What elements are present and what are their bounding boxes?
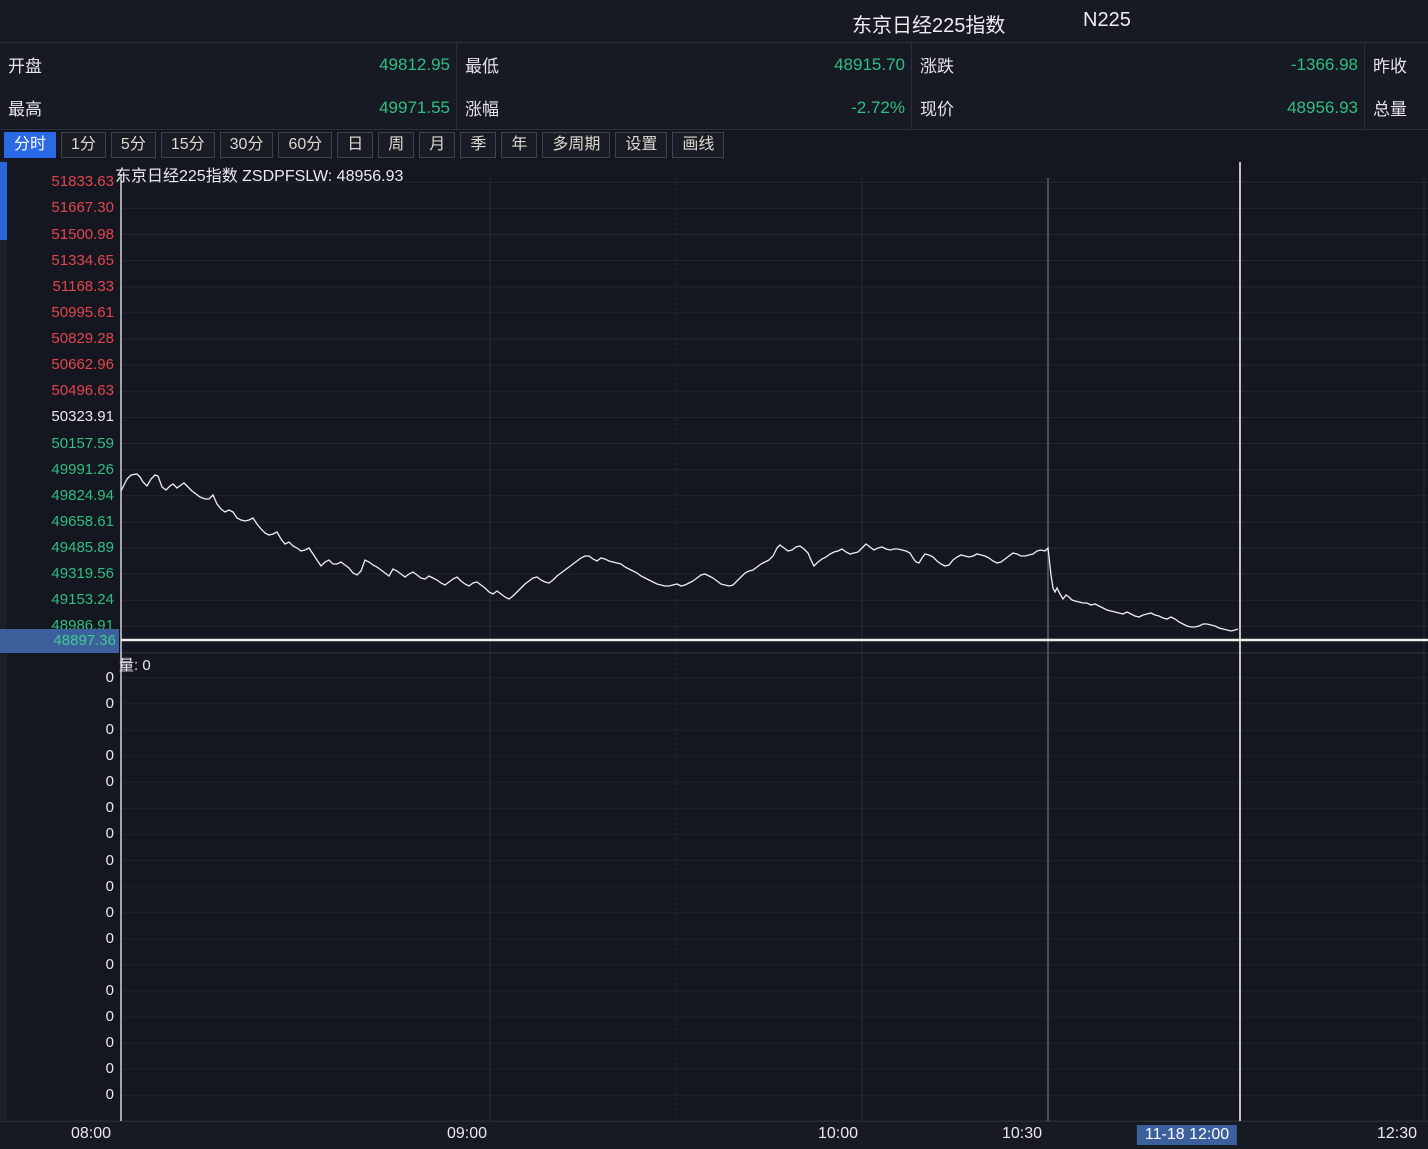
volume-pane-label: 量: 0 xyxy=(119,654,151,675)
price-tick: 50829.28 xyxy=(6,330,114,348)
info-column: 最低 48915.70 涨幅 -2.72% xyxy=(457,43,912,129)
info-cell: 开盘 49812.95 xyxy=(0,43,456,86)
price-tick: 49658.61 xyxy=(6,513,114,531)
info-cell: 昨收 xyxy=(1365,43,1428,86)
price-tick: 51334.65 xyxy=(6,252,114,270)
volume-tick: 0 xyxy=(6,878,114,896)
volume-tick: 0 xyxy=(6,721,114,739)
volume-tick: 0 xyxy=(6,930,114,948)
volume-tick: 0 xyxy=(6,825,114,843)
price-tick: 50157.59 xyxy=(6,435,114,453)
price-tick: 50496.63 xyxy=(6,382,114,400)
tab-60分[interactable]: 60分 xyxy=(278,132,332,158)
tab-周[interactable]: 周 xyxy=(378,132,414,158)
info-value: -1366.98 xyxy=(1291,55,1358,75)
price-line xyxy=(121,474,1238,631)
price-tick: 49485.89 xyxy=(6,539,114,557)
tab-月[interactable]: 月 xyxy=(419,132,455,158)
info-cell: 涨跌 -1366.98 xyxy=(912,43,1364,86)
tab-1分[interactable]: 1分 xyxy=(61,132,106,158)
info-cell: 最高 49971.55 xyxy=(0,86,456,129)
price-tick: 51500.98 xyxy=(6,226,114,244)
info-column: 昨收总量 xyxy=(1365,43,1428,129)
tab-画线[interactable]: 画线 xyxy=(672,132,724,158)
info-value: -2.72% xyxy=(851,98,905,118)
instrument-symbol: N225 xyxy=(1083,9,1131,32)
volume-tick: 0 xyxy=(6,747,114,765)
volume-tick: 0 xyxy=(6,773,114,791)
price-tick: 50662.96 xyxy=(6,356,114,374)
volume-tick: 0 xyxy=(6,799,114,817)
price-tick: 49824.94 xyxy=(6,487,114,505)
time-tick: 10:00 xyxy=(818,1125,858,1143)
info-value: 48915.70 xyxy=(834,55,905,75)
info-value: 49812.95 xyxy=(379,55,450,75)
time-tick: 10:30 xyxy=(1002,1125,1042,1143)
time-tick: 12:30 xyxy=(1377,1125,1417,1143)
chart-region[interactable]: 51833.63 51667.30 51500.98 51334.65 51168.33… xyxy=(0,160,1428,1121)
info-label: 涨幅 xyxy=(465,95,499,120)
price-tick: 51168.33 xyxy=(6,278,114,296)
info-label: 开盘 xyxy=(8,52,42,77)
info-cell: 涨幅 -2.72% xyxy=(457,86,911,129)
chart-legend: 东京日经225指数 ZSDPFSLW: 48956.93 xyxy=(115,162,403,186)
volume-tick: 0 xyxy=(6,1034,114,1052)
tab-5分[interactable]: 5分 xyxy=(111,132,156,158)
price-tick: 49991.26 xyxy=(6,461,114,479)
volume-tick: 0 xyxy=(6,695,114,713)
tab-多周期[interactable]: 多周期 xyxy=(542,132,610,158)
crosshair-time-label: 11-18 12:00 xyxy=(1137,1125,1237,1145)
intraday-chart[interactable] xyxy=(0,160,1428,1121)
period-tab-bar: 分时1分5分15分30分60分日周月季年多周期设置画线 xyxy=(0,130,1428,160)
price-tick: 50995.61 xyxy=(6,304,114,322)
info-cell: 总量 xyxy=(1365,86,1428,129)
volume-tick: 0 xyxy=(6,669,114,687)
info-label: 现价 xyxy=(920,95,954,120)
info-label: 最高 xyxy=(8,95,42,120)
tab-15分[interactable]: 15分 xyxy=(161,132,215,158)
info-cell: 最低 48915.70 xyxy=(457,43,911,86)
info-cell: 现价 48956.93 xyxy=(912,86,1364,129)
time-axis: 08:00 09:00 10:00 10:30 11-18 12:00 12:30 xyxy=(0,1121,1428,1149)
trading-app: 东京日经225指数 N225 开盘 49812.95 最高 49971.55 最低 489… xyxy=(0,0,1428,1149)
volume-tick: 0 xyxy=(6,1060,114,1078)
info-label: 涨跌 xyxy=(920,52,954,77)
info-label: 总量 xyxy=(1373,95,1407,120)
quote-info-bar: 开盘 49812.95 最高 49971.55 最低 48915.70 涨幅 -2.72% 涨跌… xyxy=(0,42,1428,130)
tab-30分[interactable]: 30分 xyxy=(220,132,274,158)
tab-日[interactable]: 日 xyxy=(337,132,373,158)
price-tick: 51667.30 xyxy=(6,199,114,217)
time-tick: 09:00 xyxy=(447,1125,487,1143)
tab-季[interactable]: 季 xyxy=(460,132,496,158)
price-tick: 49153.24 xyxy=(6,591,114,609)
tab-分时[interactable]: 分时 xyxy=(4,132,56,158)
price-tick: 49319.56 xyxy=(6,565,114,583)
tab-设置[interactable]: 设置 xyxy=(615,132,667,158)
info-column: 涨跌 -1366.98 现价 48956.93 xyxy=(912,43,1365,129)
price-tick: 50323.91 xyxy=(6,408,114,426)
info-value: 49971.55 xyxy=(379,98,450,118)
instrument-title: 东京日经225指数 xyxy=(852,9,1005,38)
time-tick: 08:00 xyxy=(71,1125,111,1143)
title-bar: 东京日经225指数 N225 xyxy=(0,0,1428,42)
volume-tick: 0 xyxy=(6,1086,114,1104)
info-label: 昨收 xyxy=(1373,52,1407,77)
info-column: 开盘 49812.95 最高 49971.55 xyxy=(0,43,457,129)
crosshair-price-label: 48897.36 xyxy=(0,629,119,653)
volume-tick: 0 xyxy=(6,852,114,870)
volume-tick: 0 xyxy=(6,1008,114,1026)
tab-年[interactable]: 年 xyxy=(501,132,537,158)
volume-tick: 0 xyxy=(6,904,114,922)
volume-tick: 0 xyxy=(6,956,114,974)
volume-tick: 0 xyxy=(6,982,114,1000)
info-value: 48956.93 xyxy=(1287,98,1358,118)
price-tick: 51833.63 xyxy=(6,173,114,191)
info-label: 最低 xyxy=(465,52,499,77)
